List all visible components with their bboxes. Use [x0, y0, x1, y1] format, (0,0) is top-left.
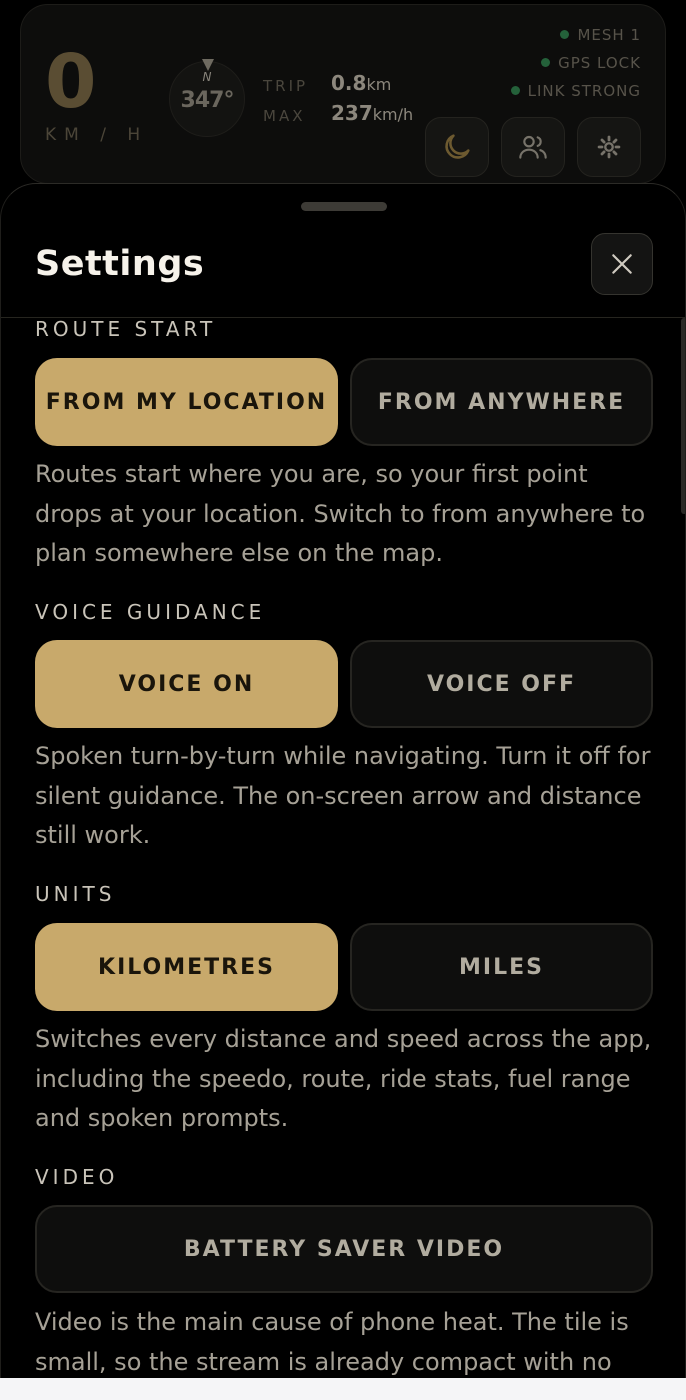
- trip-value: 0.8km: [331, 71, 392, 95]
- group-button[interactable]: [501, 117, 565, 177]
- users-icon: [519, 135, 547, 159]
- units-description: Switches every distance and speed across…: [35, 1025, 652, 1132]
- voice-on-button[interactable]: VOICE ON: [35, 640, 338, 728]
- video-label: VIDEO: [35, 1165, 119, 1189]
- sheet-drag-handle[interactable]: [301, 202, 387, 211]
- settings-content: ROUTE START FROM MY LOCATION FROM ANYWHE…: [35, 318, 653, 1400]
- trip-label: TRIP: [263, 77, 309, 95]
- settings-sheet: Settings ROUTE START FROM MY LOCATION FR…: [0, 183, 686, 1400]
- status-dot-icon: [541, 58, 551, 67]
- voice-guidance-label: VOICE GUIDANCE: [35, 600, 266, 624]
- gear-icon: [597, 135, 621, 159]
- miles-button[interactable]: MILES: [350, 923, 653, 1011]
- moon-icon: [445, 134, 470, 159]
- status-gps: GPS LOCK: [511, 53, 641, 81]
- speed-readout: 0: [45, 39, 96, 125]
- status-dot-icon: [510, 86, 520, 95]
- battery-saver-video-button[interactable]: BATTERY SAVER VIDEO: [35, 1205, 653, 1293]
- settings-button[interactable]: [577, 117, 641, 177]
- speed-unit: KM / H: [45, 125, 149, 145]
- voice-guidance-description: Spoken turn-by-turn while navigating. Tu…: [35, 742, 651, 849]
- voice-off-button[interactable]: VOICE OFF: [350, 640, 653, 728]
- kilometres-button[interactable]: KILOMETRES: [35, 923, 338, 1011]
- from-my-location-button[interactable]: FROM MY LOCATION: [35, 358, 338, 446]
- max-value: 237km/h: [331, 101, 414, 125]
- max-label: MAX: [263, 107, 306, 125]
- system-bottom-bar: [0, 1378, 686, 1400]
- connection-status: MESH 1 GPS LOCK LINK STRONG: [510, 25, 641, 109]
- units-label: UNITS: [35, 882, 116, 906]
- close-icon: [612, 254, 632, 274]
- compass-north: N: [202, 70, 212, 84]
- sheet-title: Settings: [35, 244, 205, 284]
- compass: N 347°: [169, 59, 245, 137]
- status-dot-icon: [560, 30, 570, 39]
- scrollbar-thumb[interactable]: [681, 318, 685, 514]
- status-mesh: MESH 1: [511, 25, 641, 53]
- route-start-description: Routes start where you are, so your firs…: [35, 460, 646, 567]
- compass-heading: 347°: [180, 88, 235, 113]
- night-mode-button[interactable]: [425, 117, 489, 177]
- from-anywhere-button[interactable]: FROM ANYWHERE: [350, 358, 653, 446]
- ride-hud: 0 KM / H N 347° TRIP 0.8km MAX 237km/h M…: [20, 4, 666, 184]
- status-link: LINK STRONG: [510, 81, 641, 109]
- route-start-label: ROUTE START: [35, 318, 217, 341]
- close-button[interactable]: [591, 233, 653, 295]
